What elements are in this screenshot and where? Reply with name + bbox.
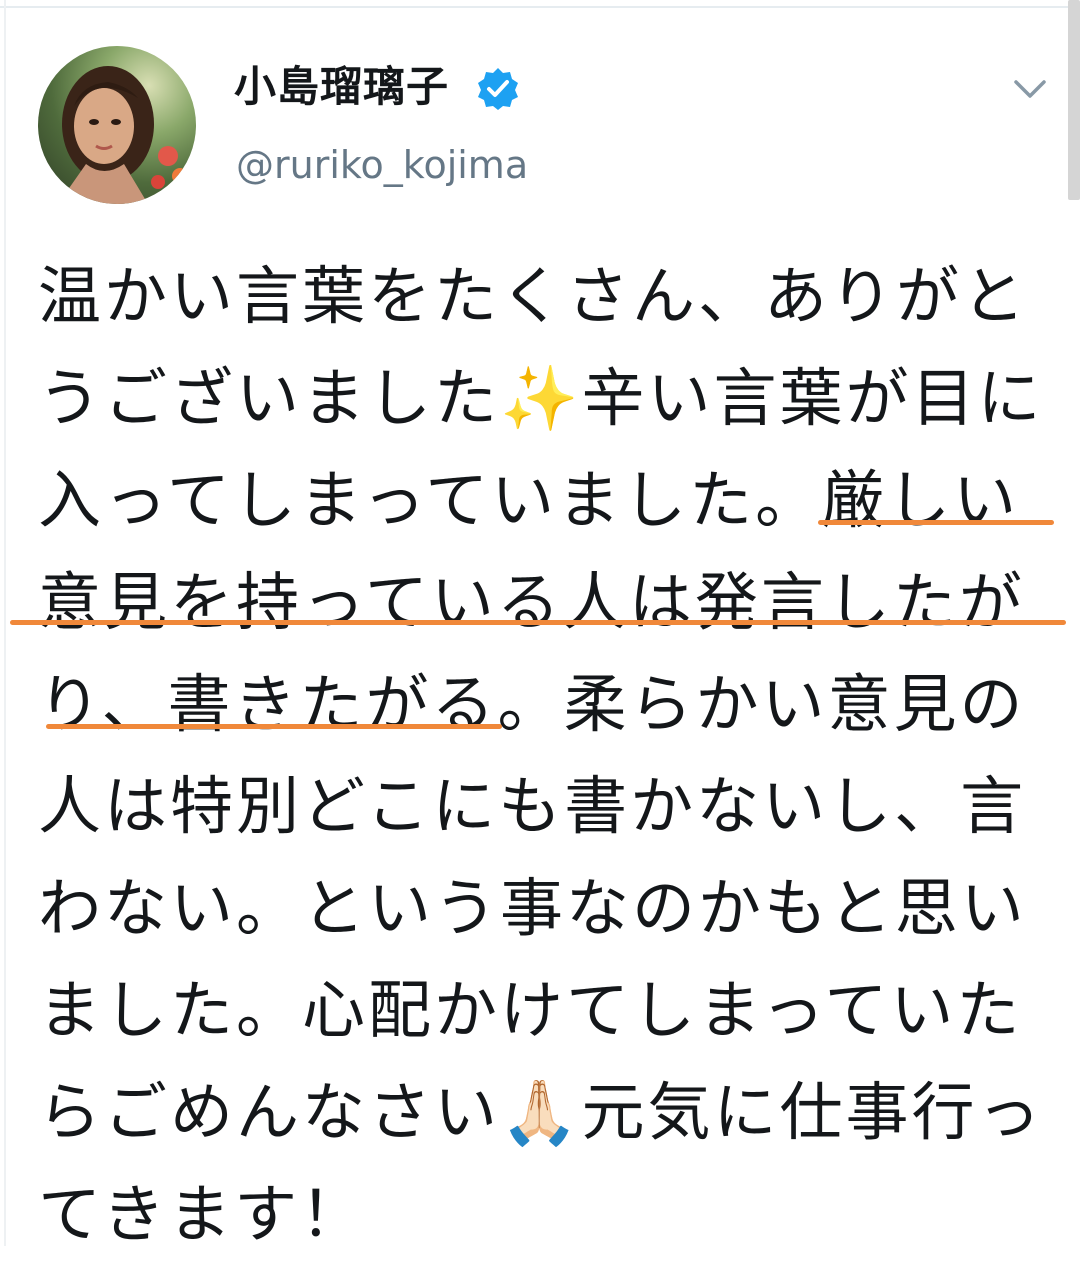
chevron-down-icon[interactable] <box>1010 74 1050 104</box>
tweet-line: わない。という事なのかもと思い <box>38 872 1027 945</box>
tweet-line: ました。心配かけてしまっていた <box>38 974 1023 1047</box>
top-divider <box>0 6 1080 8</box>
user-handle[interactable]: @ruriko_kojima <box>236 140 528 190</box>
tweet-line: 温かい言葉をたくさん、ありがと <box>38 260 1028 333</box>
tweet-text: 温かい言葉をたくさん、ありがと うございました✨辛い言葉が目に 入ってしまってい… <box>38 246 1048 1266</box>
tweet-line: 意見を持っている人は発言したが <box>38 566 1025 639</box>
highlight-underline <box>46 724 502 729</box>
tweet-line: 人は特別どこにも書かないし、言 <box>38 770 1027 843</box>
highlight-underline <box>818 520 1054 525</box>
highlight-underline <box>10 620 1066 625</box>
verified-badge-icon <box>478 68 518 110</box>
avatar[interactable] <box>38 46 196 204</box>
tweet-line: てきます！ <box>38 1178 367 1251</box>
display-name[interactable]: 小島瑠璃子 <box>234 62 449 112</box>
tweet-line: 入ってしまっていました。厳しい <box>38 464 1020 537</box>
tweet-line: り、書きたがる。柔らかい意見の <box>38 668 1026 741</box>
scrollbar[interactable] <box>1068 0 1080 200</box>
tweet-line: うございました✨辛い言葉が目に <box>38 362 1044 435</box>
left-divider <box>4 0 6 1246</box>
tweet-line: らごめんなさい🙏🏻元気に仕事行っ <box>38 1076 1044 1149</box>
